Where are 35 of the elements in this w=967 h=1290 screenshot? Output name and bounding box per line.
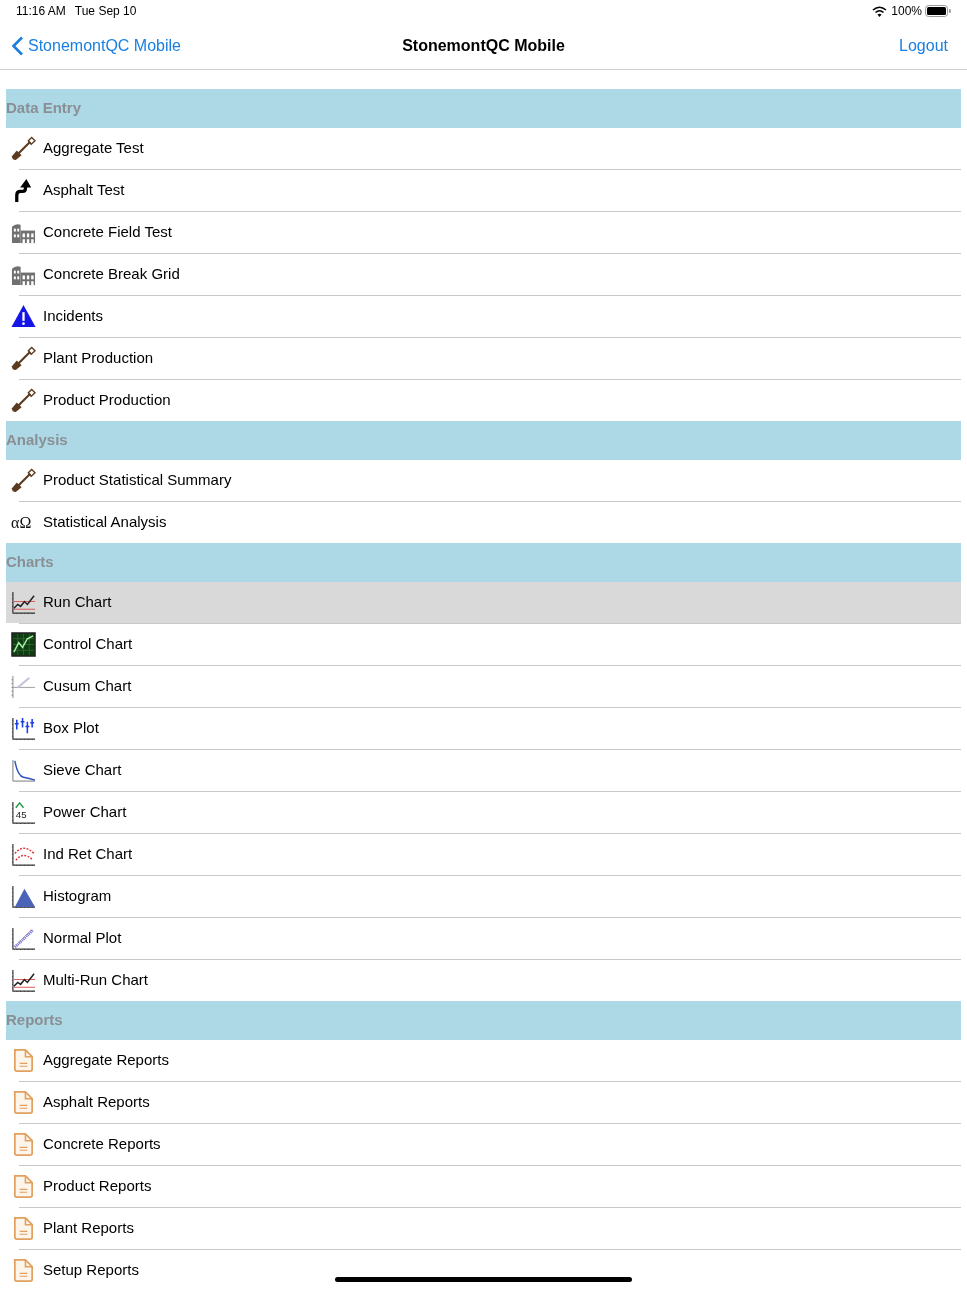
back-button[interactable]: StonemontQC Mobile bbox=[0, 33, 181, 58]
warning-icon bbox=[11, 304, 36, 329]
section-header: Analysis bbox=[6, 421, 961, 460]
section-header: Data Entry bbox=[6, 89, 961, 128]
logout-button[interactable]: Logout bbox=[899, 33, 967, 58]
status-date: Tue Sep 10 bbox=[74, 3, 137, 20]
status-time: 11:16 AM bbox=[16, 3, 66, 20]
battery-percent: 100% bbox=[891, 3, 922, 20]
alpha-omega-icon: αΩ bbox=[11, 514, 36, 531]
document-icon bbox=[11, 1048, 36, 1073]
document-icon bbox=[11, 1216, 36, 1241]
document-icon bbox=[11, 1258, 36, 1283]
menu-item[interactable]: Run Chart bbox=[6, 582, 961, 623]
shovel-icon bbox=[11, 468, 36, 493]
nav-title: StonemontQC Mobile bbox=[402, 35, 565, 56]
section-header: Charts bbox=[6, 543, 961, 582]
shovel-icon bbox=[11, 136, 36, 161]
battery-icon bbox=[925, 5, 951, 17]
cusum-chart-icon bbox=[11, 674, 36, 699]
scatter-plot-icon bbox=[11, 926, 36, 951]
line-chart-icon bbox=[11, 968, 36, 993]
document-icon bbox=[11, 1174, 36, 1199]
document-icon bbox=[11, 1090, 36, 1115]
shovel-icon bbox=[11, 388, 36, 413]
histogram-icon bbox=[11, 884, 36, 909]
control-chart-icon bbox=[11, 632, 36, 657]
shovel-icon bbox=[11, 346, 36, 371]
wifi-icon bbox=[872, 5, 888, 17]
box-plot-icon bbox=[11, 716, 36, 741]
chevron-left-icon bbox=[11, 35, 24, 56]
section-header: Reports bbox=[6, 1001, 961, 1040]
line-chart-icon bbox=[11, 590, 36, 615]
arc-chart-icon bbox=[11, 842, 36, 867]
document-icon bbox=[11, 1132, 36, 1157]
curve-chart-icon bbox=[11, 758, 36, 783]
